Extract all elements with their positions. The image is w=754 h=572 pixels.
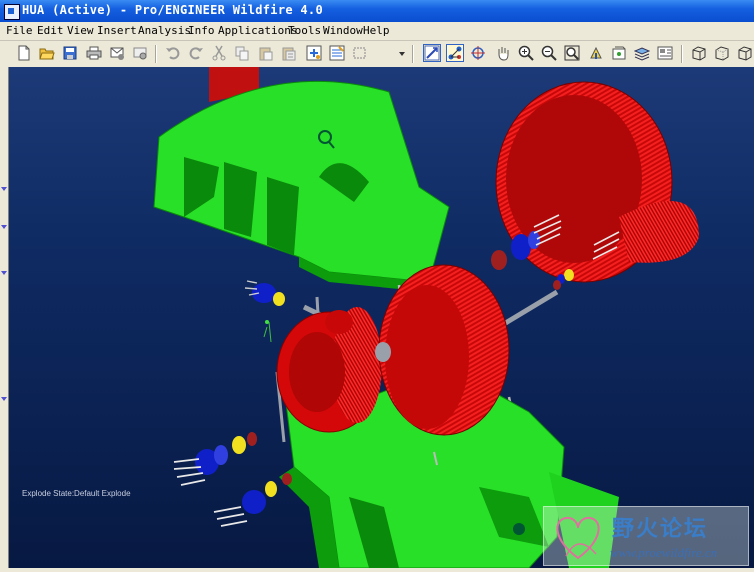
window-title: HUA (Active) - Pro/ENGINEER Wildfire 4.0 — [22, 3, 323, 17]
copy-icon[interactable] — [234, 45, 250, 61]
zoom-out-icon[interactable] — [541, 45, 557, 61]
view-manager-icon[interactable] — [657, 45, 673, 61]
reorient-icon[interactable] — [588, 45, 604, 61]
new-icon[interactable] — [16, 45, 32, 61]
menu-help[interactable]: Help — [363, 24, 390, 37]
hidden-line-icon[interactable] — [714, 45, 730, 61]
paste-special-icon[interactable] — [280, 45, 296, 61]
watermark-heart-icon — [556, 516, 600, 560]
send-link-icon[interactable] — [132, 45, 148, 61]
undo-icon[interactable] — [165, 45, 181, 61]
selection-box-icon[interactable] — [352, 45, 368, 61]
menu-insert[interactable]: Insert — [97, 24, 137, 37]
watermark-url: www.proewildfire.cn — [610, 545, 718, 560]
zoom-in-icon[interactable] — [518, 45, 534, 61]
dropdown-arrow-icon[interactable] — [397, 45, 407, 61]
graphics-viewport[interactable]: Explode State:Default Explode 野火论坛 www.p… — [9, 67, 754, 568]
pan-hand-icon[interactable] — [495, 45, 511, 61]
layers-icon[interactable] — [633, 45, 651, 61]
toolbar-separator — [412, 45, 414, 63]
wireframe-icon[interactable] — [691, 45, 707, 61]
menu-bar: File Edit View Insert Analysis Info Appl… — [0, 22, 754, 41]
toolbar-separator — [155, 45, 157, 63]
explode-icon[interactable] — [446, 44, 464, 62]
watermark-title: 野火论坛 — [612, 517, 709, 542]
open-icon[interactable] — [39, 45, 55, 61]
menu-window[interactable]: Window — [323, 24, 363, 37]
menu-file[interactable]: File — [6, 24, 33, 37]
menu-info[interactable]: Info — [188, 24, 215, 37]
menu-view[interactable]: View — [67, 24, 94, 37]
spin-center-icon[interactable] — [470, 45, 486, 61]
chevron-down-icon — [1, 271, 7, 275]
repaint-icon[interactable] — [423, 44, 441, 62]
menu-applications[interactable]: Applications — [218, 24, 297, 37]
refit-icon[interactable] — [564, 45, 580, 61]
regenerate-icon[interactable] — [306, 45, 322, 61]
cut-icon[interactable] — [211, 45, 227, 61]
navigator-collapse-strip[interactable] — [0, 67, 9, 568]
app-icon — [4, 4, 20, 20]
menu-tools[interactable]: Tools — [288, 24, 321, 37]
bottom-strip — [0, 568, 754, 572]
chevron-down-icon — [1, 397, 7, 401]
chevron-down-icon — [1, 187, 7, 191]
explode-state-label: Explode State:Default Explode — [22, 489, 131, 498]
saved-views-icon[interactable] — [611, 45, 627, 61]
send-mail-icon[interactable] — [109, 45, 125, 61]
toolbar-separator — [681, 45, 683, 63]
redo-icon[interactable] — [188, 45, 204, 61]
menu-analysis[interactable]: Analysis — [138, 24, 191, 37]
title-bar: HUA (Active) - Pro/ENGINEER Wildfire 4.0 — [0, 0, 754, 22]
menu-edit[interactable]: Edit — [37, 24, 64, 37]
no-hidden-icon[interactable] — [737, 45, 753, 61]
chevron-down-icon — [1, 225, 7, 229]
regen-manager-icon[interactable] — [329, 45, 345, 61]
housing-cover — [153, 67, 450, 292]
save-icon[interactable] — [62, 45, 78, 61]
watermark-logo: 野火论坛 www.proewildfire.cn — [543, 506, 749, 566]
lower-bearing-assembly — [173, 432, 292, 527]
small-bearing-cluster — [244, 280, 285, 343]
main-toolbar — [0, 41, 754, 68]
print-icon[interactable] — [86, 45, 102, 61]
paste-icon[interactable] — [257, 45, 273, 61]
